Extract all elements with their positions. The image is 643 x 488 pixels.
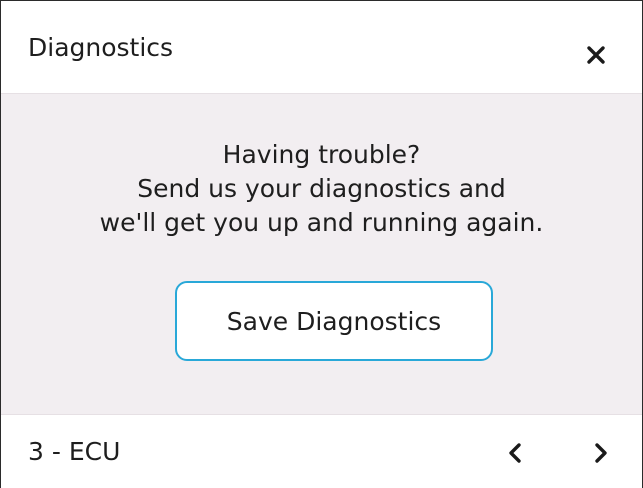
help-message: Having trouble? Send us your diagnostics… [1,138,642,240]
next-button[interactable] [585,437,617,469]
chevron-right-icon [595,443,607,463]
dialog-header: Diagnostics [1,1,642,94]
dialog-body: Having trouble? Send us your diagnostics… [1,94,642,414]
previous-button[interactable] [499,437,531,469]
chevron-left-icon [509,443,521,463]
dialog-footer: 3 - ECU [1,414,642,488]
page-indicator: 3 - ECU [28,437,121,466]
message-line-3: we'll get you up and running again. [99,208,544,237]
dialog-title: Diagnostics [28,33,174,62]
message-line-1: Having trouble? [222,140,421,169]
close-icon [587,46,605,64]
save-diagnostics-button[interactable]: Save Diagnostics [175,281,493,361]
message-line-2: Send us your diagnostics and [137,174,506,203]
diagnostics-dialog: Diagnostics Having trouble? Send us your… [0,0,643,488]
close-button[interactable] [578,37,614,73]
